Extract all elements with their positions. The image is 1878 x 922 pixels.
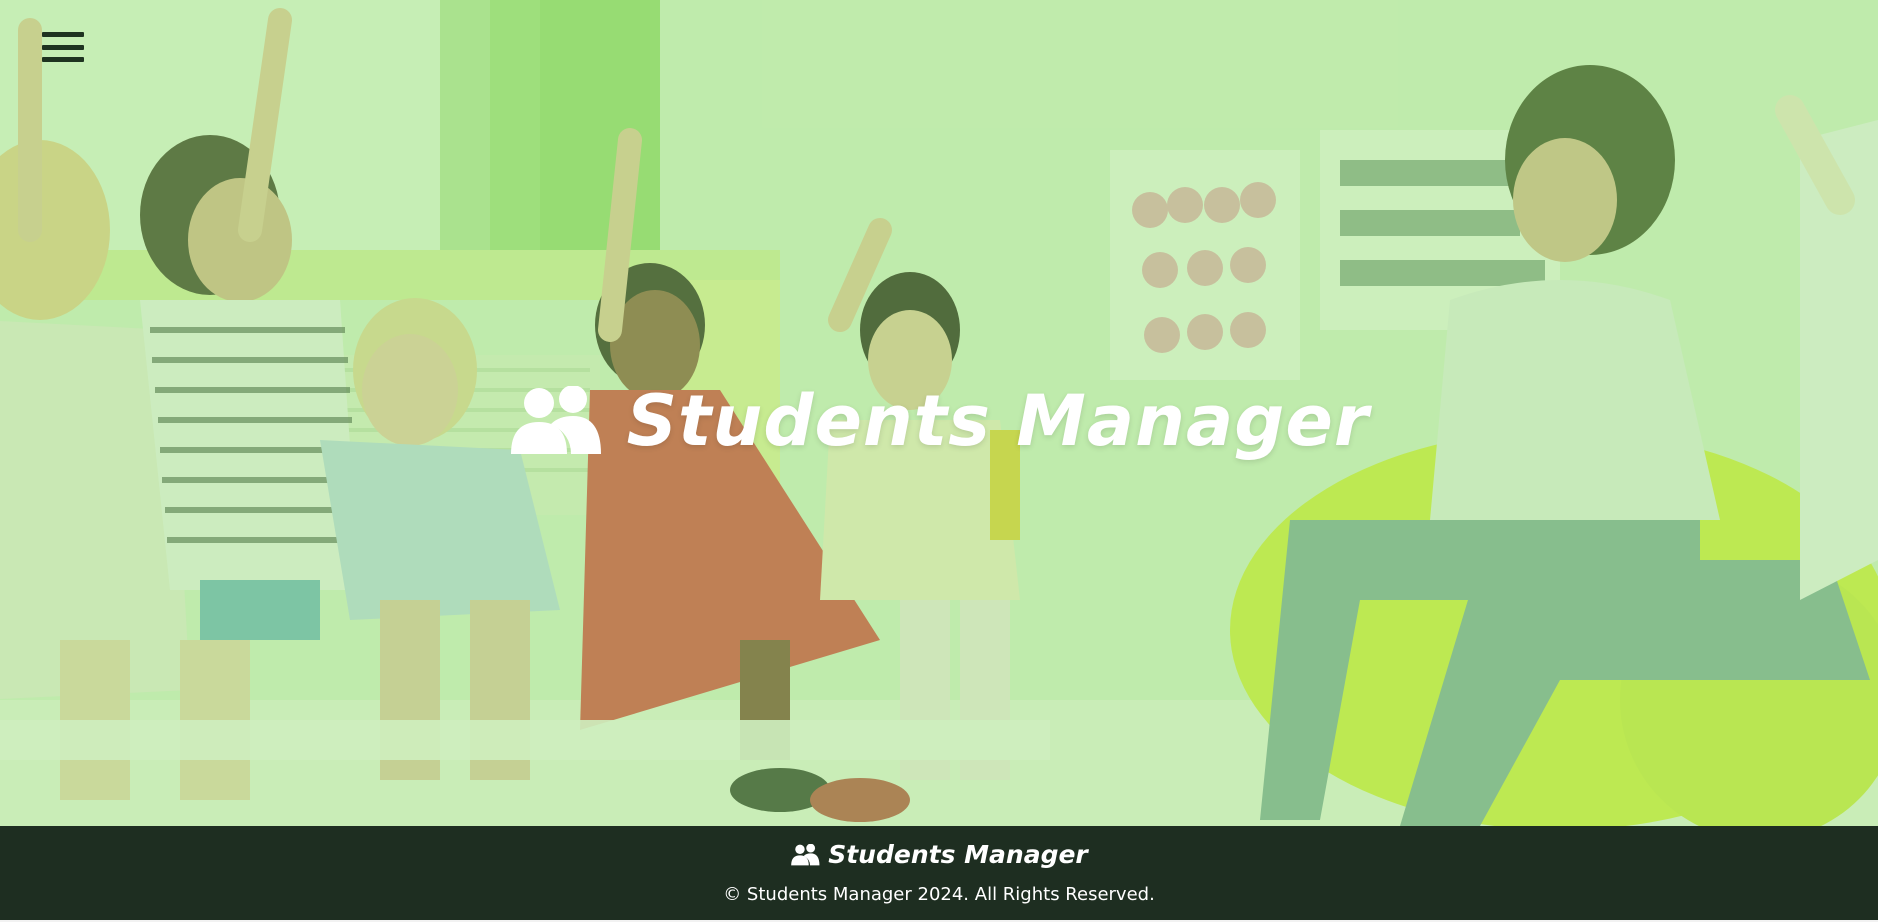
menu-bar — [42, 44, 84, 50]
menu-bar — [42, 57, 84, 62]
menu-bar — [42, 32, 84, 37]
hamburger-menu-icon[interactable] — [40, 28, 86, 66]
hero-title-text: Students Manager — [626, 380, 1370, 462]
hero-section: Students Manager — [0, 0, 1878, 826]
page: Students Manager Students Manager © Stud… — [0, 0, 1878, 922]
users-icon — [509, 386, 601, 456]
site-footer: Students Manager © Students Manager 2024… — [0, 826, 1878, 922]
footer-brand-text: Students Manager — [828, 840, 1088, 869]
hero-heading: Students Manager — [0, 380, 1878, 462]
footer-copyright: © Students Manager 2024. All Rights Rese… — [723, 884, 1155, 905]
footer-brand: Students Manager — [0, 840, 1878, 869]
users-icon — [790, 843, 820, 866]
